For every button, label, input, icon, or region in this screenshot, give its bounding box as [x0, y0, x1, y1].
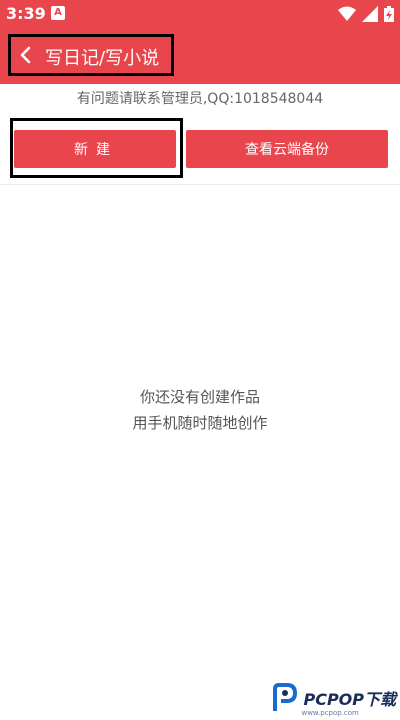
status-time: 3:39: [6, 4, 46, 23]
signal-icon: [362, 6, 378, 22]
empty-state-line-2: 用手机随时随地创作: [132, 414, 268, 432]
empty-state: 你还没有创建作品 用手机随时随地创作: [0, 384, 400, 436]
page-title: 写日记/写小说: [45, 48, 160, 69]
contact-notice: 有问题请联系管理员,QQ:1018548044: [76, 91, 324, 107]
wifi-icon: [338, 6, 356, 21]
watermark: PCPOP下载 www.pcpop.com: [271, 683, 396, 717]
status-icons: [338, 5, 394, 23]
app-bar: 写日记/写小说: [0, 28, 400, 84]
empty-state-line-1: 你还没有创建作品: [139, 388, 260, 406]
divider: [0, 184, 400, 185]
status-bar: 3:39 A: [0, 0, 400, 28]
new-button[interactable]: 新建: [14, 130, 176, 168]
view-cloud-backup-button[interactable]: 查看云端备份: [186, 130, 388, 168]
battery-charging-icon: [384, 6, 394, 22]
notification-a-icon: A: [51, 6, 65, 20]
pcpop-logo-icon: [273, 683, 298, 711]
back-title-area[interactable]: 写日记/写小说: [8, 34, 174, 76]
back-arrow-icon[interactable]: [17, 46, 35, 64]
watermark-sub: www.pcpop.com: [301, 709, 359, 717]
watermark-brand: PCPOP下载: [303, 690, 396, 709]
